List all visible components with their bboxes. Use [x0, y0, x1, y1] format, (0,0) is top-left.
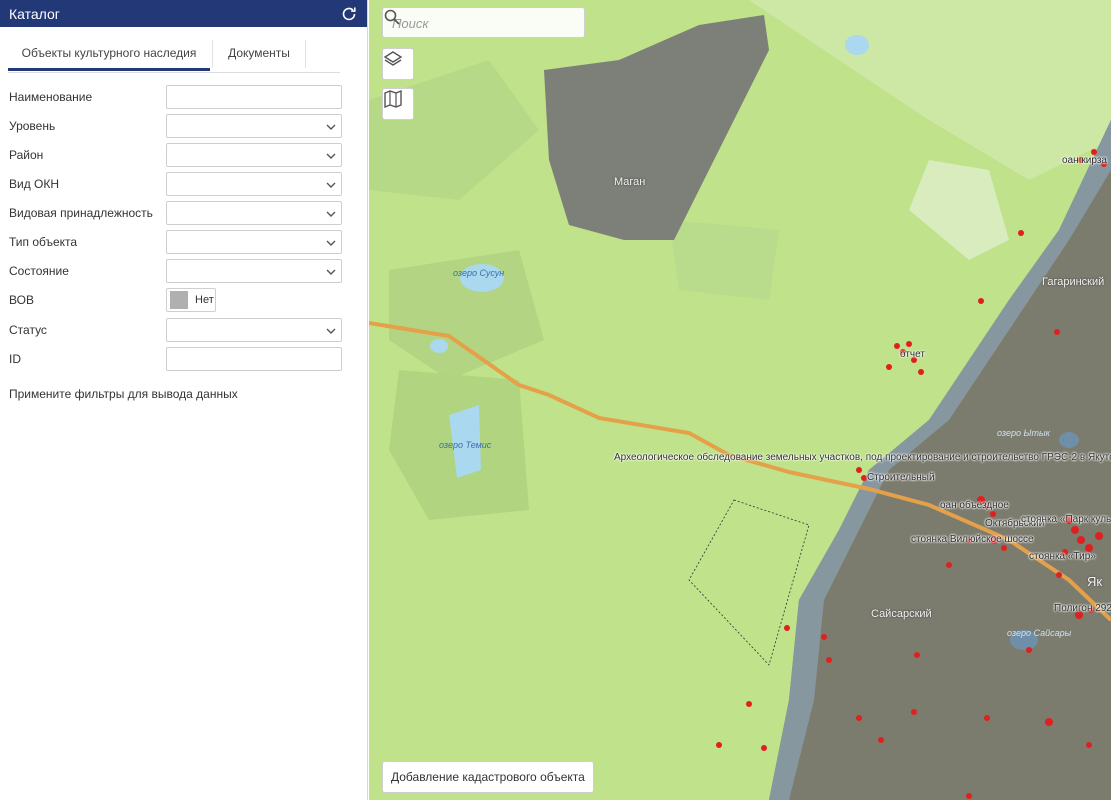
map-label-stroitelny: Строительный: [867, 472, 935, 483]
field-condition-label: Состояние: [9, 264, 69, 278]
chevron-down-icon: [326, 124, 336, 130]
field-object-type-row: Тип объекта: [9, 230, 342, 254]
layers-icon: [383, 51, 403, 66]
field-species-row: Видовая принадлежность: [9, 201, 342, 225]
tab-documents[interactable]: Документы: [212, 40, 306, 68]
map-label-yak: Як: [1087, 574, 1103, 589]
toggle-knob: [170, 291, 188, 309]
map-label-lake-susun: озеро Сусун: [453, 268, 505, 278]
field-id-label: ID: [9, 352, 21, 366]
field-district-label: Район: [9, 148, 44, 162]
species-select[interactable]: [166, 201, 342, 225]
object-type-select[interactable]: [166, 230, 342, 254]
panel-title: Каталог: [9, 5, 60, 22]
map-label-lake-ytyk: озеро Ытык: [997, 428, 1050, 438]
field-district-row: Район: [9, 143, 342, 167]
map-view[interactable]: Маган озеро Сусун озеро Темис отчет Архе…: [369, 0, 1111, 800]
forest-patch: [669, 220, 779, 300]
chevron-down-icon: [326, 211, 336, 217]
district-select[interactable]: [166, 143, 342, 167]
basemap-button[interactable]: [382, 88, 414, 120]
map-label-archaeo: Археологическое обследование земельных у…: [614, 452, 1111, 463]
map-label-lake-saysary: озеро Сайсары: [1007, 628, 1072, 638]
field-vov-label: ВОВ: [9, 293, 34, 307]
field-status-label: Статус: [9, 323, 47, 337]
map-label-poligon: Полигон 292: [1054, 603, 1111, 614]
panel-header: Каталог: [0, 0, 367, 27]
chevron-down-icon: [326, 153, 336, 159]
map-label-magan: Маган: [614, 176, 646, 188]
map-label-gagarinsky: Гагаринский: [1042, 276, 1105, 288]
status-select[interactable]: [166, 318, 342, 342]
tab-cultural-heritage[interactable]: Объекты культурного наследия: [8, 40, 210, 71]
map-search-box[interactable]: Поиск: [382, 7, 585, 38]
map-label-otchet: отчет: [900, 349, 925, 360]
field-okn-type-label: Вид ОКН: [9, 177, 60, 191]
map-label-stoyanka-park: стоянка «Парк куль: [1021, 514, 1111, 525]
catalog-panel: Каталог Объекты культурного наследия Док…: [0, 0, 368, 800]
map-label-lake-temis: озеро Темис: [439, 440, 492, 450]
field-id-row: ID: [9, 347, 342, 371]
map-label-saysarsky: Сайсарский: [871, 608, 932, 620]
field-name-label: Наименование: [9, 90, 93, 104]
field-name-row: Наименование: [9, 85, 342, 109]
id-input[interactable]: [166, 347, 342, 371]
field-status-row: Статус: [9, 318, 342, 342]
field-condition-row: Состояние: [9, 259, 342, 283]
vov-toggle[interactable]: Нет: [166, 288, 216, 312]
refresh-button[interactable]: [339, 4, 359, 24]
chevron-down-icon: [326, 269, 336, 275]
layers-button[interactable]: [382, 48, 414, 80]
field-level-row: Уровень: [9, 114, 342, 138]
name-input[interactable]: [166, 85, 342, 109]
map-label-oan-kirza: оан кирза: [1062, 155, 1107, 166]
field-okn-type-row: Вид ОКН: [9, 172, 342, 196]
add-cadastre-button[interactable]: Добавление кадастрового объекта: [382, 761, 594, 793]
field-object-type-label: Тип объекта: [9, 235, 78, 249]
search-icon[interactable]: [383, 8, 401, 26]
tab-bar: Объекты культурного наследия Документы: [8, 40, 340, 73]
level-select[interactable]: [166, 114, 342, 138]
map-icon: [384, 89, 402, 109]
map-canvas[interactable]: [369, 0, 1111, 800]
okn-type-select[interactable]: [166, 172, 342, 196]
map-label-oan-obezdnoe: оан объездное: [940, 500, 1009, 511]
map-label-stoyanka-tir: стоянка «Тир»: [1029, 551, 1096, 562]
field-species-label: Видовая принадлежность: [9, 206, 153, 220]
field-vov-row: ВОВ Нет: [9, 288, 342, 312]
lake: [1059, 432, 1079, 448]
chevron-down-icon: [326, 240, 336, 246]
filter-hint: Примените фильтры для вывода данных: [9, 387, 238, 401]
lake: [430, 339, 448, 353]
lake: [845, 35, 869, 55]
vov-toggle-text: Нет: [195, 294, 214, 306]
chevron-down-icon: [326, 182, 336, 188]
field-level-label: Уровень: [9, 119, 56, 133]
refresh-icon: [342, 7, 356, 20]
map-label-stoyanka-vilyuy: стоянка Вилюйское шоссе: [911, 534, 1034, 545]
condition-select[interactable]: [166, 259, 342, 283]
chevron-down-icon: [326, 328, 336, 334]
